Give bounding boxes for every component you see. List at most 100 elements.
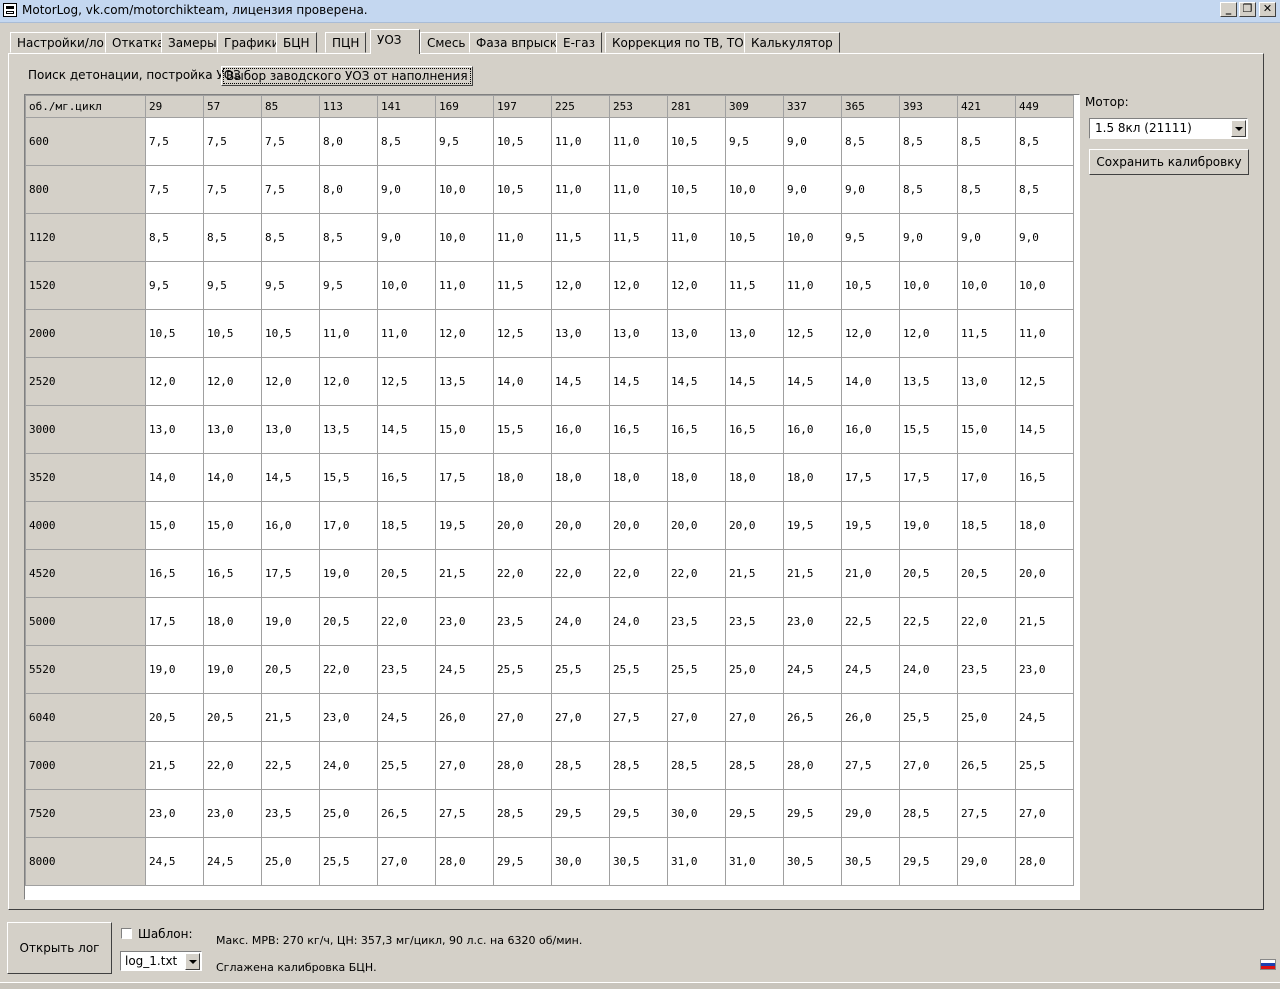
grid-cell[interactable]: 21,5 [1015, 597, 1074, 646]
grid-cell[interactable]: 10,0 [783, 213, 842, 262]
grid-cell[interactable]: 12,0 [667, 261, 726, 310]
grid-cell[interactable]: 29,5 [493, 837, 552, 886]
grid-cell[interactable]: 8,5 [261, 213, 320, 262]
tab-measurements[interactable]: Замеры [161, 32, 224, 53]
grid-cell[interactable]: 21,0 [841, 549, 900, 598]
grid-cell[interactable]: 24,0 [609, 597, 668, 646]
grid-cell[interactable]: 12,0 [551, 261, 610, 310]
grid-cell[interactable]: 16,0 [551, 405, 610, 454]
grid-cell[interactable]: 24,0 [899, 645, 958, 694]
template-checkbox[interactable] [121, 928, 132, 939]
grid-cell[interactable]: 27,0 [493, 693, 552, 742]
grid-cell[interactable]: 22,5 [261, 741, 320, 790]
grid-cell[interactable]: 20,0 [667, 501, 726, 550]
grid-cell[interactable]: 30,5 [609, 837, 668, 886]
grid-cell[interactable]: 10,0 [1015, 261, 1074, 310]
grid-cell[interactable]: 17,5 [145, 597, 204, 646]
grid-cell[interactable]: 11,0 [319, 309, 378, 358]
grid-cell[interactable]: 8,5 [203, 213, 262, 262]
grid-cell[interactable]: 18,0 [667, 453, 726, 502]
grid-cell[interactable]: 9,0 [783, 117, 842, 166]
grid-cell[interactable]: 13,0 [551, 309, 610, 358]
grid-cell[interactable]: 25,5 [551, 645, 610, 694]
grid-cell[interactable]: 18,5 [377, 501, 436, 550]
grid-cell[interactable]: 24,0 [551, 597, 610, 646]
grid-cell[interactable]: 29,5 [899, 837, 958, 886]
grid-cell[interactable]: 28,0 [435, 837, 494, 886]
grid-cell[interactable]: 23,0 [319, 693, 378, 742]
grid-cell[interactable]: 24,5 [145, 837, 204, 886]
grid-cell[interactable]: 24,5 [841, 645, 900, 694]
tab-calculator[interactable]: Калькулятор [744, 32, 840, 53]
grid-cell[interactable]: 28,5 [667, 741, 726, 790]
grid-cell[interactable]: 23,5 [261, 789, 320, 838]
grid-cell[interactable]: 13,0 [725, 309, 784, 358]
grid-cell[interactable]: 11,0 [1015, 309, 1074, 358]
grid-cell[interactable]: 28,5 [725, 741, 784, 790]
grid-cell[interactable]: 16,5 [145, 549, 204, 598]
grid-cell[interactable]: 23,5 [725, 597, 784, 646]
tab-uoz[interactable]: УОЗ [370, 29, 420, 54]
grid-cell[interactable]: 20,0 [1015, 549, 1074, 598]
grid-cell[interactable]: 11,0 [551, 165, 610, 214]
grid-cell[interactable]: 15,0 [435, 405, 494, 454]
grid-cell[interactable]: 14,5 [377, 405, 436, 454]
grid-cell[interactable]: 19,5 [783, 501, 842, 550]
grid-cell[interactable]: 16,5 [203, 549, 262, 598]
grid-cell[interactable]: 30,5 [783, 837, 842, 886]
grid-cell[interactable]: 18,0 [609, 453, 668, 502]
grid-cell[interactable]: 15,0 [203, 501, 262, 550]
grid-cell[interactable]: 17,5 [261, 549, 320, 598]
grid-cell[interactable]: 27,0 [377, 837, 436, 886]
grid-cell[interactable]: 28,5 [609, 741, 668, 790]
grid-cell[interactable]: 11,5 [725, 261, 784, 310]
grid-cell[interactable]: 21,5 [435, 549, 494, 598]
grid-cell[interactable]: 29,5 [609, 789, 668, 838]
grid-cell[interactable]: 19,0 [899, 501, 958, 550]
log-file-select[interactable]: log_1.txt [120, 951, 202, 971]
grid-cell[interactable]: 16,0 [783, 405, 842, 454]
grid-cell[interactable]: 8,5 [841, 117, 900, 166]
grid-cell[interactable]: 10,5 [493, 117, 552, 166]
grid-cell[interactable]: 9,5 [841, 213, 900, 262]
grid-cell[interactable]: 8,5 [377, 117, 436, 166]
grid-cell[interactable]: 10,5 [145, 309, 204, 358]
grid-cell[interactable]: 22,5 [899, 597, 958, 646]
grid-cell[interactable]: 11,5 [551, 213, 610, 262]
tab-e-gas[interactable]: E-газ [556, 32, 602, 53]
grid-cell[interactable]: 23,0 [145, 789, 204, 838]
grid-cell[interactable]: 28,0 [1015, 837, 1074, 886]
grid-cell[interactable]: 9,0 [899, 213, 958, 262]
grid-cell[interactable]: 25,0 [957, 693, 1016, 742]
grid-cell[interactable]: 13,0 [145, 405, 204, 454]
grid-cell[interactable]: 31,0 [667, 837, 726, 886]
grid-cell[interactable]: 24,5 [1015, 693, 1074, 742]
grid-cell[interactable]: 22,0 [493, 549, 552, 598]
grid-cell[interactable]: 25,5 [377, 741, 436, 790]
grid-cell[interactable]: 12,0 [609, 261, 668, 310]
grid-cell[interactable]: 25,5 [667, 645, 726, 694]
grid-cell[interactable]: 29,5 [783, 789, 842, 838]
grid-cell[interactable]: 11,5 [609, 213, 668, 262]
grid-cell[interactable]: 11,0 [551, 117, 610, 166]
grid-cell[interactable]: 24,0 [319, 741, 378, 790]
chevron-down-icon[interactable] [1231, 120, 1246, 137]
grid-cell[interactable]: 27,0 [435, 741, 494, 790]
grid-cell[interactable]: 29,0 [957, 837, 1016, 886]
grid-cell[interactable]: 10,0 [725, 165, 784, 214]
grid-cell[interactable]: 22,0 [319, 645, 378, 694]
grid-cell[interactable]: 10,5 [261, 309, 320, 358]
grid-cell[interactable]: 25,0 [725, 645, 784, 694]
grid-cell[interactable]: 9,5 [435, 117, 494, 166]
grid-cell[interactable]: 26,5 [377, 789, 436, 838]
open-log-button[interactable]: Открыть лог [7, 922, 112, 974]
grid-cell[interactable]: 14,0 [203, 453, 262, 502]
grid-cell[interactable]: 29,5 [551, 789, 610, 838]
grid-cell[interactable]: 7,5 [261, 117, 320, 166]
grid-cell[interactable]: 9,0 [783, 165, 842, 214]
grid-cell[interactable]: 25,0 [261, 837, 320, 886]
grid-cell[interactable]: 8,5 [1015, 165, 1074, 214]
grid-cell[interactable]: 21,5 [783, 549, 842, 598]
grid-cell[interactable]: 14,5 [783, 357, 842, 406]
grid-cell[interactable]: 27,5 [435, 789, 494, 838]
